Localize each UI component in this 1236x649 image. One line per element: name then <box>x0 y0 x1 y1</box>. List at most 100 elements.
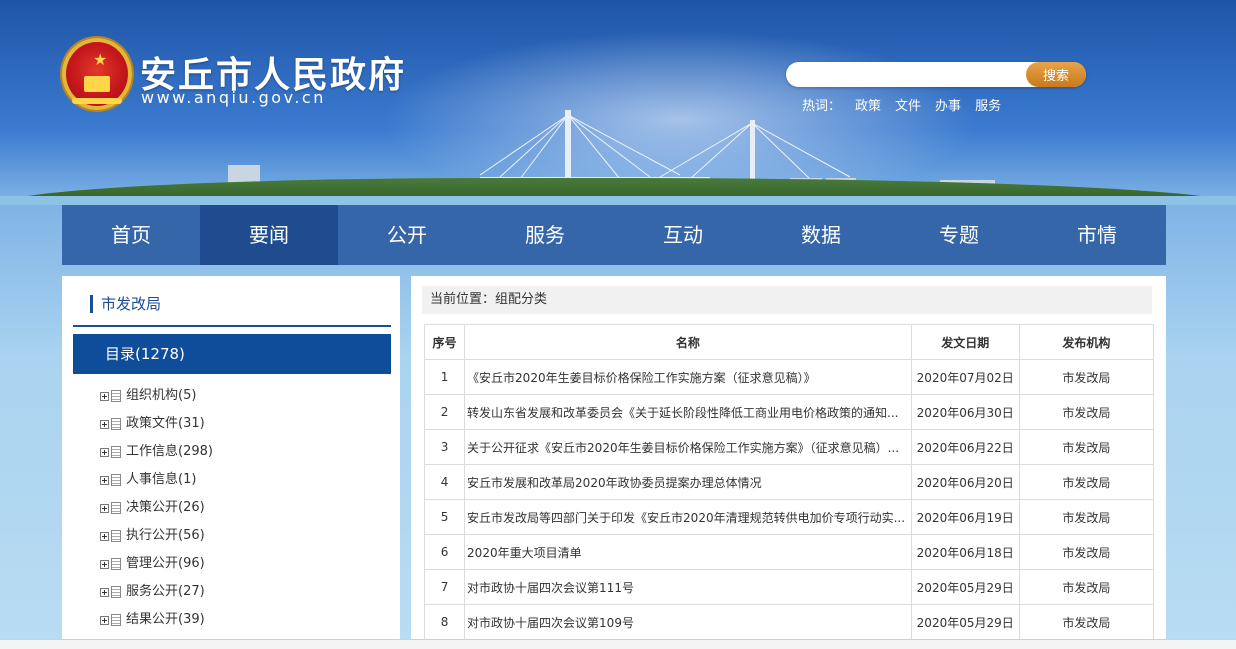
nav-item-data[interactable]: 数据 <box>752 205 890 265</box>
tree-item-org[interactable]: 组织机构(5) <box>100 382 213 410</box>
row-date: 2020年06月20日 <box>910 464 1020 500</box>
row-agency: 市发改局 <box>1018 464 1155 500</box>
tree-item-label: 管理公开(96) <box>126 556 205 571</box>
row-date: 2020年07月02日 <box>910 359 1020 395</box>
table-row: 6 2020年重大项目清单 2020年06月18日 市发改局 <box>423 534 1155 570</box>
tree-item-result[interactable]: 结果公开(39) <box>100 606 213 634</box>
tree-item-label: 组织机构(5) <box>126 388 197 403</box>
expand-icon[interactable] <box>100 391 109 401</box>
sidebar-category[interactable]: 目录(1278) <box>73 334 391 374</box>
table-header-row: 序号 名称 发文日期 发布机构 <box>423 324 1155 360</box>
sidebar-divider <box>73 325 391 327</box>
table-row: 8 对市政协十届四次会议第109号 2020年05月29日 市发改局 <box>423 604 1155 640</box>
main-nav: 首页 要闻 公开 服务 互动 数据 专题 市情 <box>62 205 1166 265</box>
hot-word-affairs[interactable]: 办事 <box>935 95 961 114</box>
main-content: 当前位置：组配分类 序号 名称 发文日期 发布机构 1 《安丘市2020年生姜目… <box>411 276 1166 649</box>
expand-icon[interactable] <box>100 503 109 513</box>
nav-item-interaction[interactable]: 互动 <box>614 205 752 265</box>
nav-item-public[interactable]: 公开 <box>338 205 476 265</box>
row-title-link[interactable]: 2020年重大项目清单 <box>464 534 912 570</box>
tree-item-label: 服务公开(27) <box>126 584 205 599</box>
expand-icon[interactable] <box>100 447 109 457</box>
document-icon <box>111 502 121 514</box>
document-icon <box>111 390 121 402</box>
nav-item-news[interactable]: 要闻 <box>200 205 338 265</box>
row-index: 2 <box>423 394 466 430</box>
row-index: 4 <box>423 464 466 500</box>
table-row: 1 《安丘市2020年生姜目标价格保险工作实施方案（征求意见稿）》 2020年0… <box>423 359 1155 395</box>
row-title-link[interactable]: 转发山东省发展和改革委员会《关于延长阶段性降低工商业用电价格政策的通知... <box>464 394 912 430</box>
table-row: 3 关于公开征求《安丘市2020年生姜目标价格保险工作实施方案》（征求意见稿）.… <box>423 429 1155 465</box>
expand-icon[interactable] <box>100 475 109 485</box>
nav-item-service[interactable]: 服务 <box>476 205 614 265</box>
browser-bottom-bar <box>0 639 1236 649</box>
row-title-link[interactable]: 对市政协十届四次会议第109号 <box>464 604 912 640</box>
row-title-link[interactable]: 对市政协十届四次会议第111号 <box>464 569 912 605</box>
column-header-agency: 发布机构 <box>1018 324 1155 360</box>
expand-icon[interactable] <box>100 559 109 569</box>
row-index: 5 <box>423 499 466 535</box>
row-index: 3 <box>423 429 466 465</box>
search-input[interactable] <box>798 65 1018 84</box>
tree-item-label: 工作信息(298) <box>126 444 213 459</box>
row-index: 8 <box>423 604 466 640</box>
column-header-index: 序号 <box>423 324 466 360</box>
expand-icon[interactable] <box>100 419 109 429</box>
row-date: 2020年06月30日 <box>910 394 1020 430</box>
column-header-date: 发文日期 <box>910 324 1020 360</box>
expand-icon[interactable] <box>100 615 109 625</box>
tree-item-decision[interactable]: 决策公开(26) <box>100 494 213 522</box>
sidebar-heading: 市发改局 <box>90 295 161 313</box>
breadcrumb: 当前位置：组配分类 <box>422 286 1152 314</box>
nav-item-home[interactable]: 首页 <box>62 205 200 265</box>
row-title-link[interactable]: 《安丘市2020年生姜目标价格保险工作实施方案（征求意见稿）》 <box>464 359 912 395</box>
expand-icon[interactable] <box>100 587 109 597</box>
row-index: 1 <box>423 359 466 395</box>
row-title-link[interactable]: 安丘市发改局等四部门关于印发《安丘市2020年清理规范转供电加价专项行动实... <box>464 499 912 535</box>
nav-item-topic[interactable]: 专题 <box>890 205 1028 265</box>
document-icon <box>111 474 121 486</box>
hot-words: 热词： 政策 文件 办事 服务 <box>802 95 1001 114</box>
expand-icon[interactable] <box>100 531 109 541</box>
document-icon <box>111 586 121 598</box>
hot-word-service[interactable]: 服务 <box>975 95 1001 114</box>
row-date: 2020年06月19日 <box>910 499 1020 535</box>
tree-item-service[interactable]: 服务公开(27) <box>100 578 213 606</box>
tree-item-execution[interactable]: 执行公开(56) <box>100 522 213 550</box>
site-url: www.anqiu.gov.cn <box>141 88 326 107</box>
header-banner: ★ 安丘市人民政府 www.anqiu.gov.cn 搜索 热词： 政策 文件 … <box>0 0 1236 205</box>
national-emblem-icon: ★ <box>62 38 132 110</box>
hot-word-policy[interactable]: 政策 <box>855 95 881 114</box>
tree-item-label: 人事信息(1) <box>126 472 197 487</box>
table-row: 7 对市政协十届四次会议第111号 2020年05月29日 市发改局 <box>423 569 1155 605</box>
row-index: 7 <box>423 569 466 605</box>
tree-item-personnel[interactable]: 人事信息(1) <box>100 466 213 494</box>
hot-words-label: 热词： <box>802 99 842 114</box>
row-agency: 市发改局 <box>1018 429 1155 465</box>
sidebar: 市发改局 目录(1278) 组织机构(5) 政策文件(31) 工作信息(298)… <box>62 276 400 649</box>
table-row: 5 安丘市发改局等四部门关于印发《安丘市2020年清理规范转供电加价专项行动实.… <box>423 499 1155 535</box>
document-icon <box>111 418 121 430</box>
hot-word-file[interactable]: 文件 <box>895 95 921 114</box>
tree-item-work[interactable]: 工作信息(298) <box>100 438 213 466</box>
row-agency: 市发改局 <box>1018 534 1155 570</box>
tree-item-label: 执行公开(56) <box>126 528 205 543</box>
row-agency: 市发改局 <box>1018 394 1155 430</box>
row-agency: 市发改局 <box>1018 359 1155 395</box>
nav-item-city[interactable]: 市情 <box>1028 205 1166 265</box>
tree-item-policy[interactable]: 政策文件(31) <box>100 410 213 438</box>
tree-item-management[interactable]: 管理公开(96) <box>100 550 213 578</box>
row-date: 2020年05月29日 <box>910 569 1020 605</box>
row-title-link[interactable]: 关于公开征求《安丘市2020年生姜目标价格保险工作实施方案》（征求意见稿）... <box>464 429 912 465</box>
row-agency: 市发改局 <box>1018 604 1155 640</box>
tree-item-label: 政策文件(31) <box>126 416 205 431</box>
row-index: 6 <box>423 534 466 570</box>
row-title-link[interactable]: 安丘市发展和改革局2020年政协委员提案办理总体情况 <box>464 464 912 500</box>
water <box>0 196 1236 205</box>
search-button[interactable]: 搜索 <box>1026 62 1086 87</box>
row-agency: 市发改局 <box>1018 569 1155 605</box>
sidebar-tree: 组织机构(5) 政策文件(31) 工作信息(298) 人事信息(1) 决策公开(… <box>100 382 213 634</box>
document-icon <box>111 446 121 458</box>
document-icon <box>111 614 121 626</box>
table-row: 4 安丘市发展和改革局2020年政协委员提案办理总体情况 2020年06月20日… <box>423 464 1155 500</box>
